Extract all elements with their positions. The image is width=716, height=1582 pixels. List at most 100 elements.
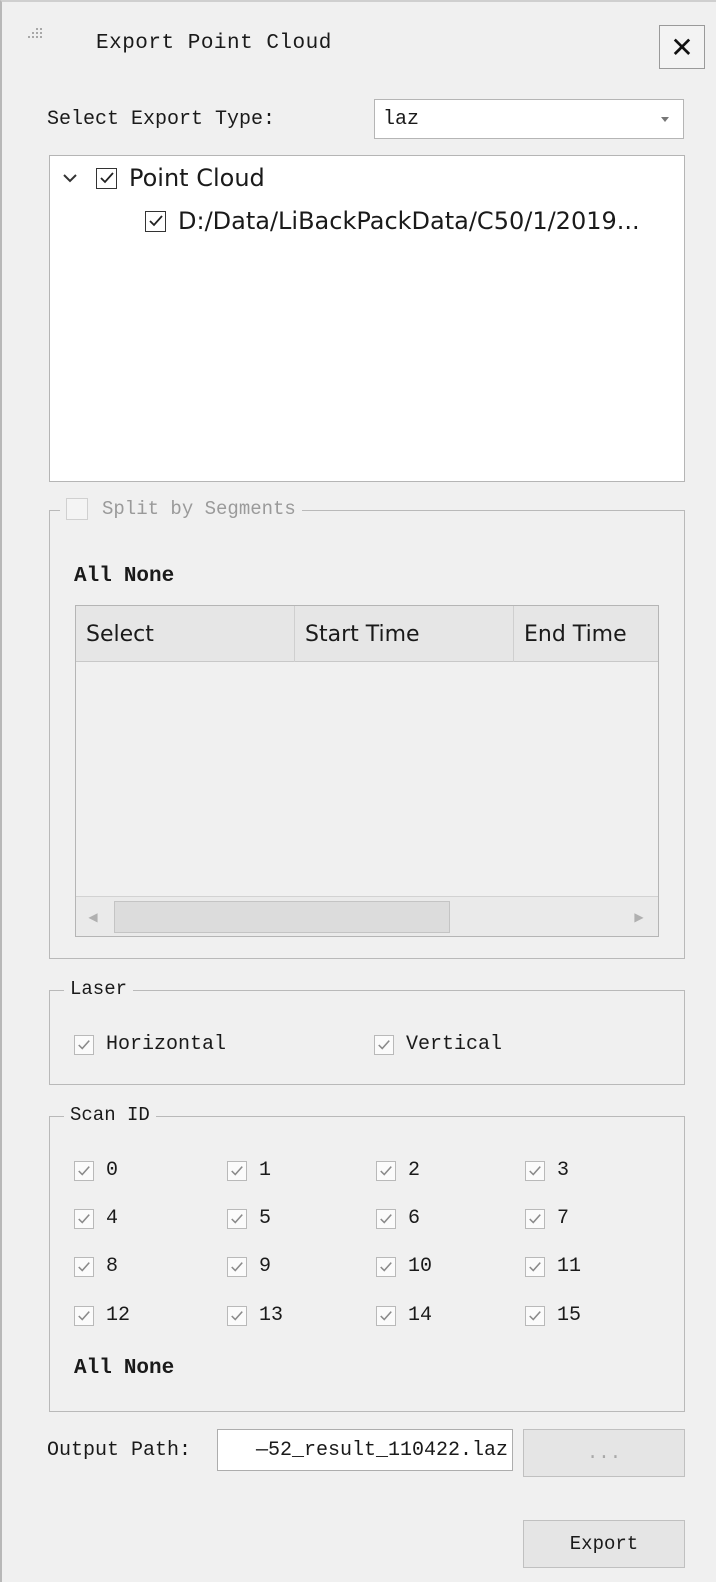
checkmark-icon — [529, 1213, 541, 1224]
scan-id-checkbox-4[interactable] — [74, 1208, 94, 1229]
split-by-segments-checkbox[interactable] — [66, 498, 88, 520]
scan-id-option-0[interactable]: 0 — [74, 1159, 118, 1182]
scan-id-checkbox-0[interactable] — [74, 1160, 94, 1181]
segments-table: Select Start Time End Time ◀ ▶ — [75, 605, 659, 937]
scan-id-option-15[interactable]: 15 — [525, 1304, 581, 1327]
scan-id-label-11: 11 — [557, 1255, 582, 1278]
scan-id-option-8[interactable]: 8 — [74, 1255, 118, 1278]
segments-all-link[interactable]: All — [74, 565, 112, 588]
scan-id-label-15: 15 — [557, 1304, 582, 1327]
segments-none-link[interactable]: None — [124, 565, 174, 588]
column-header-select[interactable]: Select — [76, 606, 295, 662]
scan-id-option-12[interactable]: 12 — [74, 1304, 130, 1327]
scan-id-checkbox-14[interactable] — [376, 1305, 396, 1326]
tree-child-label: D:/Data/LiBackPackData/C50/1/2019... — [178, 207, 640, 235]
scan-id-all-link[interactable]: All — [74, 1357, 112, 1380]
scan-id-label-6: 6 — [408, 1207, 421, 1230]
output-path-value: —52_result_110422.laz — [255, 1439, 508, 1462]
scan-id-option-4[interactable]: 4 — [74, 1207, 118, 1230]
column-header-end-time[interactable]: End Time — [514, 606, 658, 662]
tree-root-checkbox[interactable] — [96, 167, 117, 189]
window-title: Export Point Cloud — [96, 32, 332, 55]
export-type-select[interactable]: laz — [374, 99, 684, 139]
scan-id-option-7[interactable]: 7 — [525, 1207, 569, 1230]
scan-id-option-13[interactable]: 13 — [227, 1304, 283, 1327]
scan-id-option-5[interactable]: 5 — [227, 1207, 271, 1230]
horizontal-scrollbar[interactable]: ◀ ▶ — [76, 896, 658, 936]
scrollbar-thumb[interactable] — [114, 901, 450, 933]
scan-id-label-12: 12 — [106, 1304, 131, 1327]
browse-button[interactable]: ... — [523, 1429, 685, 1477]
scan-id-checkbox-2[interactable] — [376, 1160, 396, 1181]
checkmark-icon — [380, 1165, 392, 1176]
scan-id-checkbox-12[interactable] — [74, 1305, 94, 1326]
checkmark-icon — [380, 1261, 392, 1272]
segments-table-header: Select Start Time End Time — [76, 606, 658, 662]
scan-id-checkbox-11[interactable] — [525, 1256, 545, 1277]
scan-id-label-13: 13 — [259, 1304, 284, 1327]
scan-id-checkbox-10[interactable] — [376, 1256, 396, 1277]
checkmark-icon — [529, 1165, 541, 1176]
scan-id-option-9[interactable]: 9 — [227, 1255, 271, 1278]
checkmark-icon — [378, 1039, 390, 1050]
laser-horizontal-label: Horizontal — [106, 1033, 227, 1056]
scan-id-label-2: 2 — [408, 1159, 421, 1182]
tree-item-point-cloud[interactable]: Point Cloud — [62, 164, 265, 192]
scan-id-checkbox-7[interactable] — [525, 1208, 545, 1229]
scroll-right-icon[interactable]: ▶ — [628, 906, 650, 928]
scan-id-label-7: 7 — [557, 1207, 570, 1230]
laser-vertical-label: Vertical — [406, 1033, 503, 1056]
scan-id-option-2[interactable]: 2 — [376, 1159, 420, 1182]
checkmark-icon — [78, 1165, 90, 1176]
export-button[interactable]: Export — [523, 1520, 685, 1568]
scan-id-option-10[interactable]: 10 — [376, 1255, 432, 1278]
scan-id-checkbox-1[interactable] — [227, 1160, 247, 1181]
checkmark-icon — [529, 1261, 541, 1272]
scan-id-checkbox-6[interactable] — [376, 1208, 396, 1229]
scan-id-option-6[interactable]: 6 — [376, 1207, 420, 1230]
point-cloud-tree: Point Cloud D:/Data/LiBackPackData/C50/1… — [49, 155, 685, 482]
checkmark-icon — [231, 1261, 243, 1272]
scan-id-checkbox-9[interactable] — [227, 1256, 247, 1277]
checkmark-icon — [380, 1310, 392, 1321]
chevron-down-icon[interactable] — [62, 170, 78, 186]
scan-id-checkbox-15[interactable] — [525, 1305, 545, 1326]
laser-legend: Laser — [64, 978, 134, 1000]
laser-horizontal-option[interactable]: Horizontal — [74, 1033, 226, 1056]
checkmark-icon — [148, 215, 163, 227]
laser-horizontal-checkbox[interactable] — [74, 1034, 94, 1055]
chevron-down-icon — [661, 117, 669, 122]
tree-root-label: Point Cloud — [129, 164, 265, 192]
tree-child-checkbox[interactable] — [145, 210, 166, 232]
checkmark-icon — [380, 1213, 392, 1224]
export-type-label: Select Export Type: — [47, 108, 276, 131]
segments-legend: Split by Segments — [60, 498, 302, 520]
scan-id-option-1[interactable]: 1 — [227, 1159, 271, 1182]
scan-id-option-11[interactable]: 11 — [525, 1255, 581, 1278]
checkmark-icon — [529, 1310, 541, 1321]
scan-id-checkbox-8[interactable] — [74, 1256, 94, 1277]
scan-id-option-14[interactable]: 14 — [376, 1304, 432, 1327]
scan-id-select-links: All None — [74, 1357, 186, 1380]
close-button[interactable]: ✕ — [659, 25, 705, 69]
tree-item-file[interactable]: D:/Data/LiBackPackData/C50/1/2019... — [145, 207, 640, 235]
scan-id-checkbox-13[interactable] — [227, 1305, 247, 1326]
checkmark-icon — [78, 1213, 90, 1224]
scan-id-label-4: 4 — [106, 1207, 119, 1230]
drag-handle-icon[interactable] — [28, 28, 44, 48]
scan-id-label-0: 0 — [106, 1159, 119, 1182]
output-path-input[interactable]: —52_result_110422.laz — [217, 1429, 513, 1471]
output-path-label: Output Path: — [47, 1439, 192, 1462]
laser-vertical-option[interactable]: Vertical — [374, 1033, 502, 1056]
scroll-left-icon[interactable]: ◀ — [82, 906, 104, 928]
scan-id-label-9: 9 — [259, 1255, 272, 1278]
column-header-start-time[interactable]: Start Time — [295, 606, 514, 662]
scan-id-checkbox-5[interactable] — [227, 1208, 247, 1229]
scan-id-option-3[interactable]: 3 — [525, 1159, 569, 1182]
scan-id-label-10: 10 — [408, 1255, 433, 1278]
scan-id-none-link[interactable]: None — [124, 1357, 174, 1380]
scan-id-label-14: 14 — [408, 1304, 433, 1327]
scan-id-checkbox-3[interactable] — [525, 1160, 545, 1181]
laser-vertical-checkbox[interactable] — [374, 1034, 394, 1055]
scan-id-legend: Scan ID — [64, 1104, 156, 1126]
